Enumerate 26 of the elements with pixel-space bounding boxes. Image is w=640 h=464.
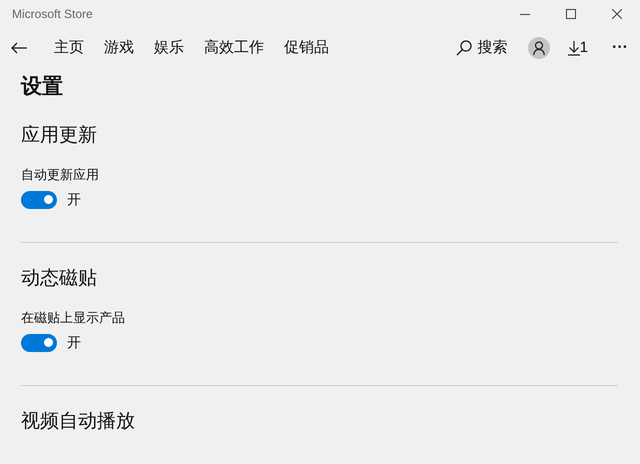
setting-label: 自动更新应用: [21, 166, 100, 184]
nav-tab[interactable]: 游戏: [104, 36, 134, 60]
maximize-icon: [566, 9, 576, 19]
window-title: Microsoft Store: [12, 6, 93, 23]
section-heading: 动态磁贴: [21, 267, 98, 291]
downloads-button[interactable]: 1: [568, 36, 588, 60]
section-heading: 视频自动播放: [21, 410, 136, 434]
toggle-switch[interactable]: [21, 334, 57, 352]
account-button[interactable]: [528, 37, 550, 59]
download-icon: [568, 40, 580, 56]
more-button[interactable]: ···: [612, 36, 628, 60]
toggle-switch[interactable]: [21, 190, 57, 208]
setting-label: 在磁贴上显示产品: [21, 309, 126, 327]
section-heading: 应用更新: [21, 124, 98, 148]
page-title: 设置: [21, 74, 64, 100]
nav-tab[interactable]: 娱乐: [154, 36, 184, 60]
nav-tab[interactable]: 高效工作: [204, 36, 264, 60]
person-icon: [532, 41, 545, 55]
close-icon: [612, 9, 622, 19]
search-icon: [456, 40, 472, 56]
nav-tab[interactable]: 促销品: [284, 36, 329, 60]
search-button[interactable]: 搜索: [456, 36, 508, 60]
toggle-state: 开: [67, 333, 81, 352]
back-icon: [11, 42, 27, 54]
nav-tab[interactable]: 主页: [54, 36, 84, 60]
toggle-state: 开: [67, 190, 81, 209]
